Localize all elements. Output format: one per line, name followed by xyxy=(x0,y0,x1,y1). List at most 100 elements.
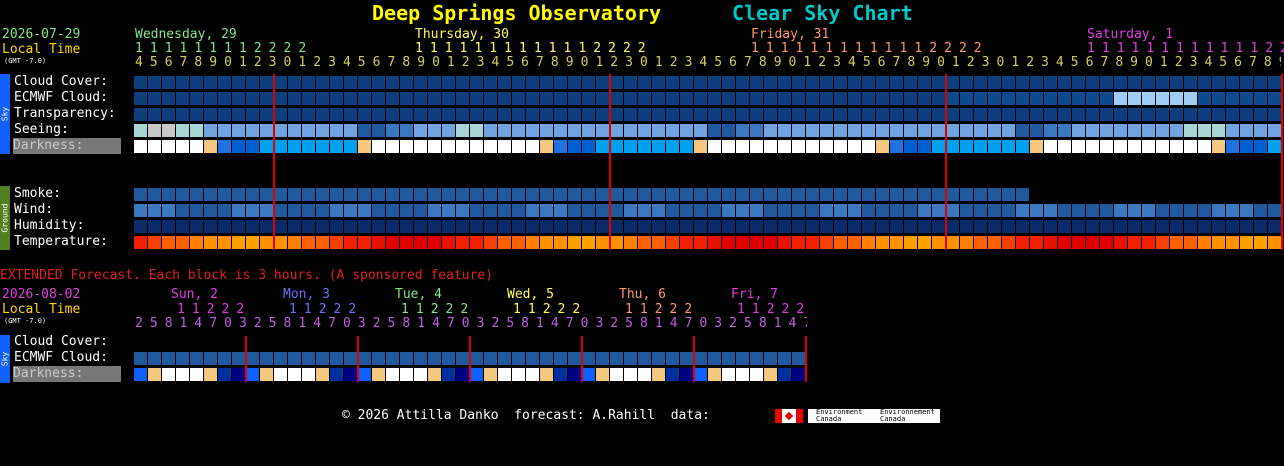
cloud-cover-cell xyxy=(372,76,385,89)
ext-ecmwf-cell xyxy=(764,352,777,365)
cloud-cover-cell xyxy=(568,76,581,89)
transparency-cell xyxy=(1058,108,1071,121)
seeing-cell xyxy=(694,124,707,137)
darkness-cell xyxy=(1254,140,1267,153)
humidity-cell xyxy=(792,220,805,233)
ecmwf-cloud-cell xyxy=(498,92,511,105)
row-label-cloud-cover: Cloud Cover: xyxy=(14,74,108,89)
smoke-cell xyxy=(218,188,231,201)
seeing-cell xyxy=(876,124,889,137)
darkness-cell xyxy=(1114,140,1127,153)
smoke-cell xyxy=(1016,188,1029,201)
transparency-cell xyxy=(708,108,721,121)
cloud-cover-cell xyxy=(1198,76,1211,89)
ecmwf-cloud-cell xyxy=(484,92,497,105)
darkness-cell xyxy=(1156,140,1169,153)
ext-hour-tens-4: 1 1 2 2 2 xyxy=(513,302,580,317)
smoke-cell xyxy=(918,188,931,201)
transparency-cell xyxy=(302,108,315,121)
humidity-cell xyxy=(1058,220,1071,233)
darkness-cell xyxy=(1086,140,1099,153)
seeing-cell xyxy=(316,124,329,137)
ext-ecmwf-cell xyxy=(358,352,371,365)
wind-cell xyxy=(666,204,679,217)
ecmwf-cloud-cell xyxy=(260,92,273,105)
smoke-cell xyxy=(862,188,875,201)
ext-darkness-cell xyxy=(246,368,259,381)
ecmwf-cloud-cell xyxy=(400,92,413,105)
ecmwf-cloud-cell xyxy=(232,92,245,105)
temperature-cell xyxy=(358,236,371,249)
ext-ecmwf-cell xyxy=(302,352,315,365)
transparency-cell xyxy=(428,108,441,121)
temperature-cell xyxy=(946,236,959,249)
transparency-cell xyxy=(148,108,161,121)
ext-ecmwf-cell xyxy=(288,352,301,365)
ecmwf-cloud-cell xyxy=(512,92,525,105)
temperature-cell xyxy=(764,236,777,249)
temperature-cell xyxy=(820,236,833,249)
transparency-cell xyxy=(1002,108,1015,121)
ecmwf-cloud-cell xyxy=(638,92,651,105)
wind-cell xyxy=(330,204,343,217)
transparency-cell xyxy=(610,108,623,121)
transparency-cell xyxy=(946,108,959,121)
ext-darkness-cell xyxy=(344,368,357,381)
row-label-transparency: Transparency: xyxy=(14,106,116,121)
environment-canada-logo[interactable]: Environment Canada Environnement Canada xyxy=(808,409,940,423)
ext-midnight-marker xyxy=(357,336,359,382)
cloud-cover-cell xyxy=(526,76,539,89)
hour-tens-row-3: 1 1 1 1 1 1 1 1 1 1 1 1 2 2 2 2 xyxy=(751,41,982,56)
humidity-cell xyxy=(820,220,833,233)
seeing-cell xyxy=(1044,124,1057,137)
ecmwf-cloud-cell xyxy=(316,92,329,105)
darkness-cell xyxy=(988,140,1001,153)
ext-darkness-cell xyxy=(414,368,427,381)
transparency-cell xyxy=(792,108,805,121)
seeing-cell xyxy=(344,124,357,137)
seeing-cell xyxy=(932,124,945,137)
humidity-cell xyxy=(554,220,567,233)
wind-cell xyxy=(1016,204,1029,217)
smoke-cell xyxy=(890,188,903,201)
darkness-cell xyxy=(1170,140,1183,153)
temperature-cell xyxy=(736,236,749,249)
humidity-cell xyxy=(218,220,231,233)
ext-hour-tens-2: 1 1 2 2 2 xyxy=(289,302,356,317)
ecmwf-cloud-cell xyxy=(526,92,539,105)
cloud-cover-cell xyxy=(764,76,777,89)
cloud-cover-cell xyxy=(960,76,973,89)
seeing-cell xyxy=(540,124,553,137)
darkness-cell xyxy=(344,140,357,153)
temperature-cell xyxy=(470,236,483,249)
humidity-cell xyxy=(1030,220,1043,233)
smoke-cell xyxy=(694,188,707,201)
ground-band: Ground xyxy=(0,186,10,250)
transparency-cell xyxy=(456,108,469,121)
ext-day-tue: Tue, 4 xyxy=(395,287,442,302)
seeing-cell xyxy=(596,124,609,137)
darkness-cell xyxy=(428,140,441,153)
smoke-cell xyxy=(512,188,525,201)
transparency-cell xyxy=(680,108,693,121)
transparency-cell xyxy=(1212,108,1225,121)
transparency-cell xyxy=(470,108,483,121)
smoke-cell xyxy=(974,188,987,201)
humidity-cell xyxy=(708,220,721,233)
cloud-cover-cell xyxy=(1100,76,1113,89)
smoke-cell xyxy=(876,188,889,201)
seeing-cell xyxy=(974,124,987,137)
humidity-cell xyxy=(540,220,553,233)
ecmwf-cloud-cell xyxy=(134,92,147,105)
seeing-cell xyxy=(470,124,483,137)
sky-band: Sky xyxy=(0,74,10,154)
darkness-cell xyxy=(1128,140,1141,153)
ext-day-wed: Wed, 5 xyxy=(507,287,554,302)
seeing-cell xyxy=(176,124,189,137)
humidity-cell xyxy=(1240,220,1253,233)
seeing-cell xyxy=(890,124,903,137)
cloud-cover-cell xyxy=(988,76,1001,89)
seeing-cell xyxy=(190,124,203,137)
cloud-cover-cell xyxy=(596,76,609,89)
darkness-cell xyxy=(554,140,567,153)
